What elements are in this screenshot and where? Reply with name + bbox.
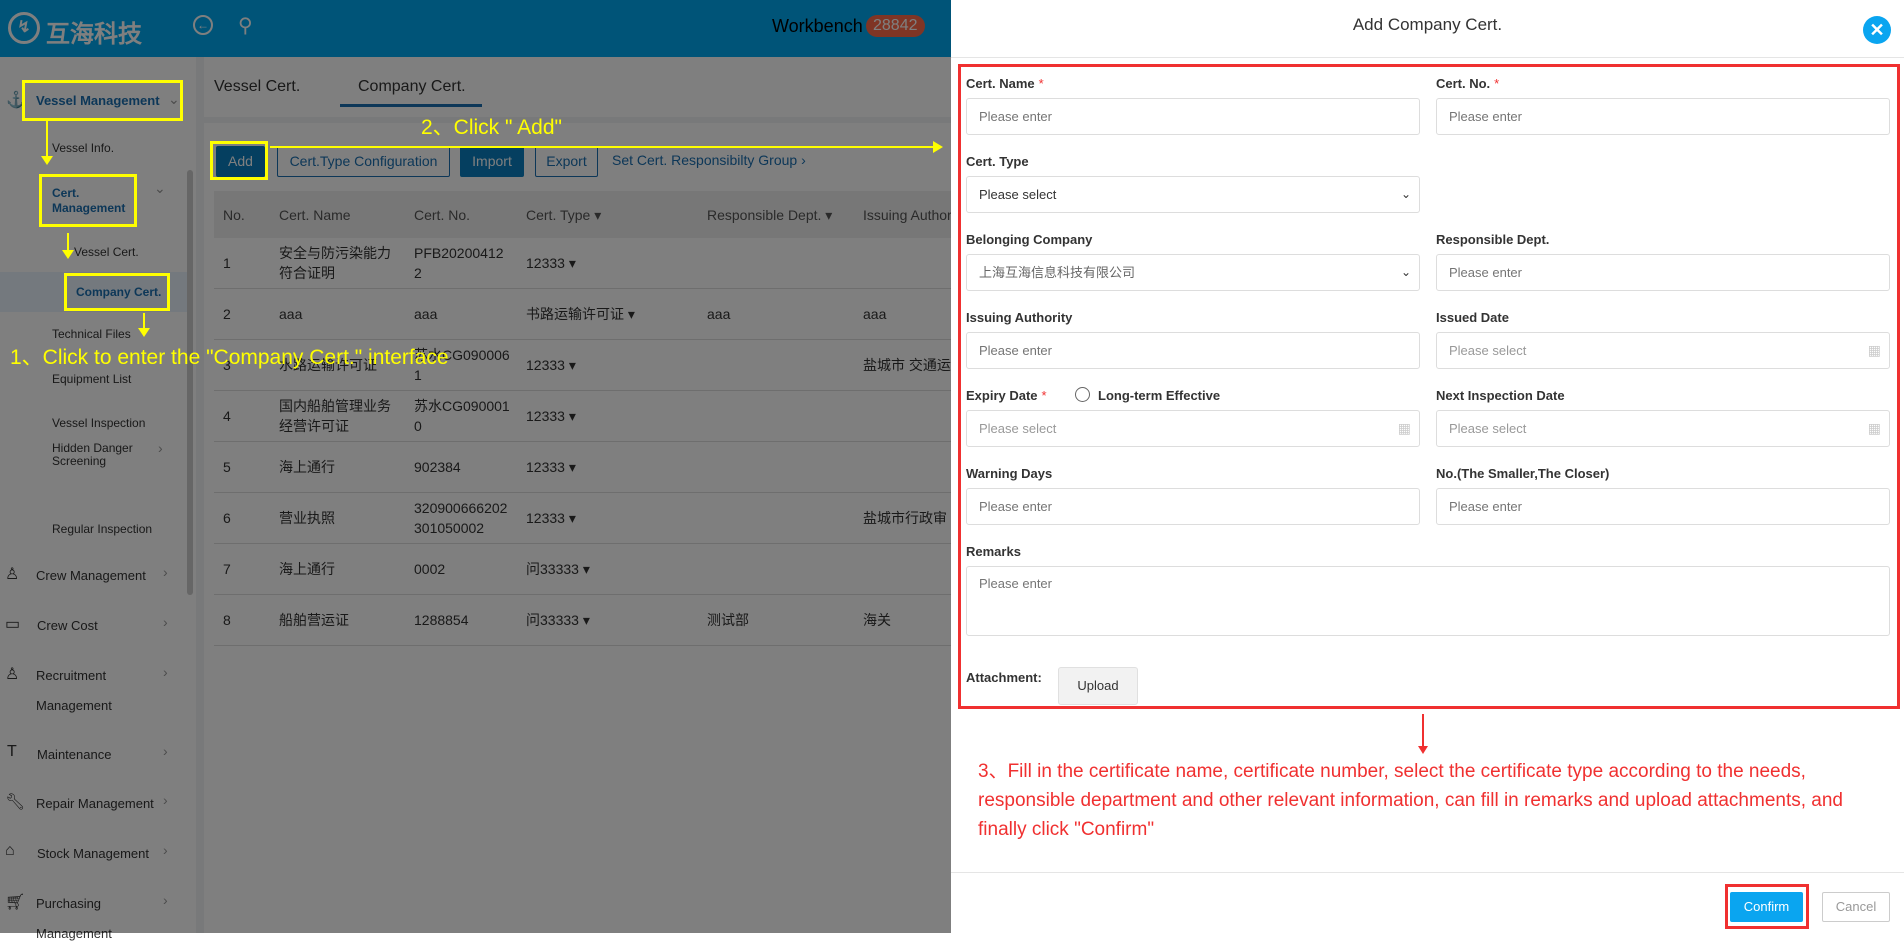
dialog-title: Add Company Cert. (1352, 15, 1503, 34)
order-input[interactable] (1436, 488, 1890, 525)
company-value: 上海互海信息科技有限公司 (979, 265, 1136, 280)
cert-name-label-text: Cert. Name (966, 76, 1035, 91)
issuing-authority-label: Issuing Authority (966, 310, 1073, 325)
belonging-company-label: Belonging Company (966, 232, 1093, 247)
attachment-label: Attachment: (966, 670, 1042, 685)
expiry-date-placeholder: Please select (979, 421, 1057, 436)
long-term-radio[interactable] (1075, 387, 1090, 402)
next-inspection-label: Next Inspection Date (1436, 388, 1565, 403)
expiry-date-label: Expiry Date * (966, 388, 1047, 403)
arrow-down-icon (138, 313, 150, 337)
cert-type-value: Please select (979, 187, 1057, 202)
confirm-button[interactable]: Confirm (1730, 892, 1803, 922)
issued-date-placeholder: Please select (1449, 343, 1527, 358)
divider (951, 57, 1904, 58)
calendar-icon: ▦ (1397, 420, 1411, 436)
arrow-down-icon (62, 233, 74, 259)
calendar-icon: ▦ (1867, 342, 1881, 358)
expiry-label-text: Expiry Date (966, 388, 1038, 403)
arrow-right-icon (270, 141, 943, 153)
required-mark: * (1038, 76, 1044, 91)
issued-date-picker[interactable]: Please select ▦ (1436, 332, 1890, 369)
highlight-cert-management (39, 174, 137, 227)
annotation-step1: 1、Click to enter the "Company Cert." int… (10, 346, 449, 369)
divider (951, 872, 1904, 873)
required-mark: * (1041, 388, 1047, 403)
cert-no-label-text: Cert. No. (1436, 76, 1491, 91)
arrow-down-icon (1418, 714, 1428, 754)
chevron-down-icon: ⌄ (1400, 187, 1411, 201)
order-label: No.(The Smaller,The Closer) (1436, 466, 1610, 481)
highlight-vessel-management (22, 80, 183, 121)
issued-date-label: Issued Date (1436, 310, 1509, 325)
belonging-company-select[interactable]: 上海互海信息科技有限公司 ⌄ (966, 254, 1420, 291)
cert-type-select[interactable]: Please select ⌄ (966, 176, 1420, 213)
warning-days-label: Warning Days (966, 466, 1053, 481)
highlight-add-button (210, 141, 268, 180)
close-icon[interactable]: ✕ (1863, 16, 1891, 44)
next-inspection-placeholder: Please select (1449, 421, 1527, 436)
required-mark: * (1494, 76, 1500, 91)
issuing-authority-input[interactable] (966, 332, 1420, 369)
calendar-icon: ▦ (1867, 420, 1881, 436)
cert-name-input[interactable] (966, 98, 1420, 135)
chevron-down-icon: ⌄ (1400, 265, 1411, 279)
expiry-date-picker[interactable]: Please select ▦ (966, 410, 1420, 447)
annotation-step3: 3、Fill in the certificate name, certific… (978, 761, 1843, 840)
upload-button[interactable]: Upload (1058, 667, 1138, 705)
cert-no-input[interactable] (1436, 98, 1890, 135)
annotation-step2: 2、Click " Add" (421, 116, 562, 139)
long-term-label[interactable]: Long-term Effective (1098, 388, 1220, 403)
cancel-button[interactable]: Cancel (1822, 892, 1890, 922)
warning-days-input[interactable] (966, 488, 1420, 525)
responsible-dept-label: Responsible Dept. (1436, 232, 1550, 247)
highlight-company-cert (64, 273, 170, 311)
next-inspection-picker[interactable]: Please select ▦ (1436, 410, 1890, 447)
arrow-down-icon (41, 121, 53, 165)
remarks-textarea[interactable] (966, 566, 1890, 636)
cert-no-label: Cert. No. * (1436, 76, 1499, 91)
remarks-label: Remarks (966, 544, 1021, 559)
cert-type-label: Cert. Type (966, 154, 1029, 169)
responsible-dept-input[interactable] (1436, 254, 1890, 291)
cert-name-label: Cert. Name * (966, 76, 1044, 91)
